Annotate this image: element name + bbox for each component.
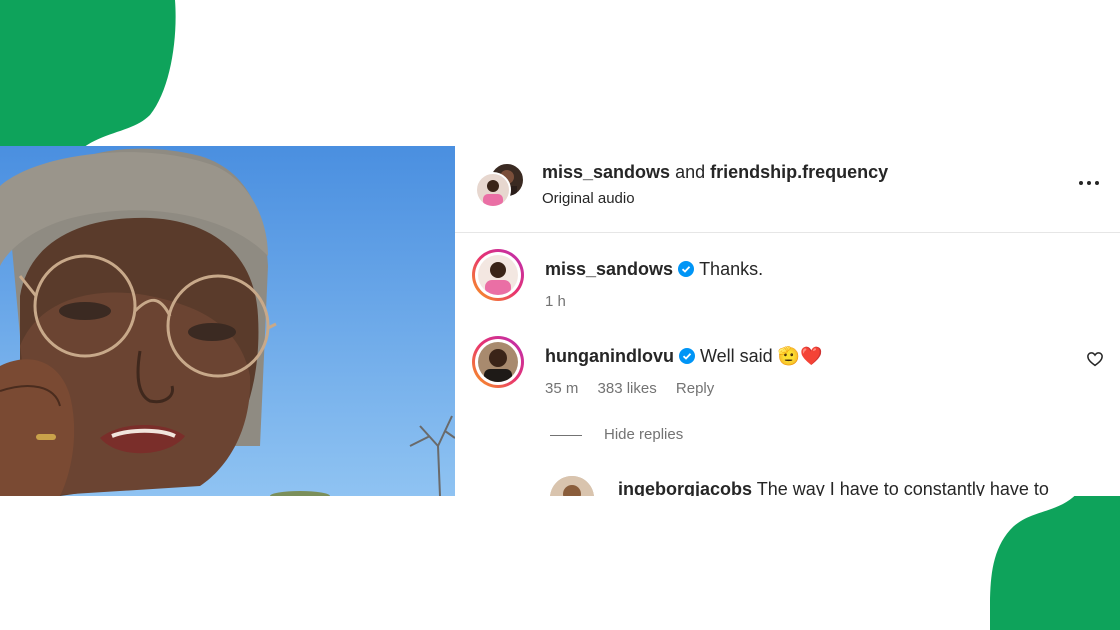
authors-conjunction: and — [675, 162, 706, 182]
post-header: miss_sandows and friendship.frequency Or… — [455, 146, 1120, 233]
comment-body: ingeborgjacobs The way I have to constan… — [618, 479, 1049, 496]
comment-meta: 35 m 383 likes Reply — [545, 380, 729, 397]
verified-badge-icon — [678, 261, 695, 277]
avatar-story-ring[interactable] — [472, 249, 524, 301]
comment-meta: 1 h — [545, 293, 581, 310]
author-username[interactable]: friendship.frequency — [710, 162, 888, 182]
comments-panel: miss_sandows and friendship.frequency Or… — [455, 146, 1120, 496]
instagram-post: miss_sandows and friendship.frequency Or… — [0, 146, 1120, 496]
comment: hunganindlovu Well said 🫡❤️ 35 m 383 like… — [472, 336, 1112, 397]
comment-username[interactable]: ingeborgjacobs — [618, 479, 752, 496]
divider — [550, 434, 582, 436]
comment-likes[interactable]: 383 likes — [598, 380, 657, 397]
hide-replies-button[interactable]: Hide replies — [550, 426, 683, 443]
comment-time[interactable]: 35 m — [545, 380, 578, 397]
post-photo[interactable] — [0, 146, 455, 496]
verified-badge-icon — [678, 348, 695, 364]
comment-text: The way I have to constantly have to — [756, 479, 1049, 496]
comment-text: Thanks. — [699, 259, 764, 279]
post-authors: miss_sandows and friendship.frequency — [542, 162, 888, 183]
comment-time[interactable]: 1 h — [545, 293, 566, 310]
avatar — [478, 255, 518, 295]
author-avatars[interactable] — [475, 162, 535, 212]
comment-text: Well said 🫡❤️ — [699, 346, 823, 366]
comment-body: miss_sandows Thanks. — [545, 259, 763, 280]
more-options-icon[interactable] — [1076, 170, 1102, 196]
avatar-story-ring[interactable] — [472, 336, 524, 388]
avatar — [475, 172, 511, 208]
heart-outline-icon[interactable] — [1086, 350, 1104, 368]
comment-body: hunganindlovu Well said 🫡❤️ — [545, 346, 823, 367]
comment-username[interactable]: miss_sandows — [545, 259, 673, 279]
avatar[interactable] — [550, 476, 594, 496]
author-username[interactable]: miss_sandows — [542, 162, 670, 182]
comment-username[interactable]: hunganindlovu — [545, 346, 674, 366]
reply-button[interactable]: Reply — [676, 380, 714, 397]
avatar — [478, 342, 518, 382]
comment: miss_sandows Thanks. 1 h — [472, 249, 1112, 310]
hide-replies-label: Hide replies — [604, 426, 684, 443]
audio-label[interactable]: Original audio — [542, 190, 635, 207]
